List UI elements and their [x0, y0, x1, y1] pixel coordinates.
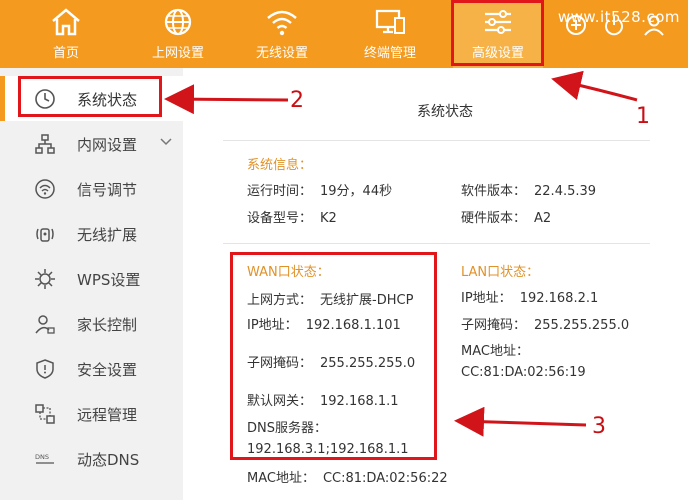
annotation-number-1: 1	[636, 104, 650, 129]
annotation-arrows	[164, 70, 638, 437]
annotation-number-2: 2	[290, 88, 304, 113]
annotation-number-3: 3	[592, 414, 606, 439]
